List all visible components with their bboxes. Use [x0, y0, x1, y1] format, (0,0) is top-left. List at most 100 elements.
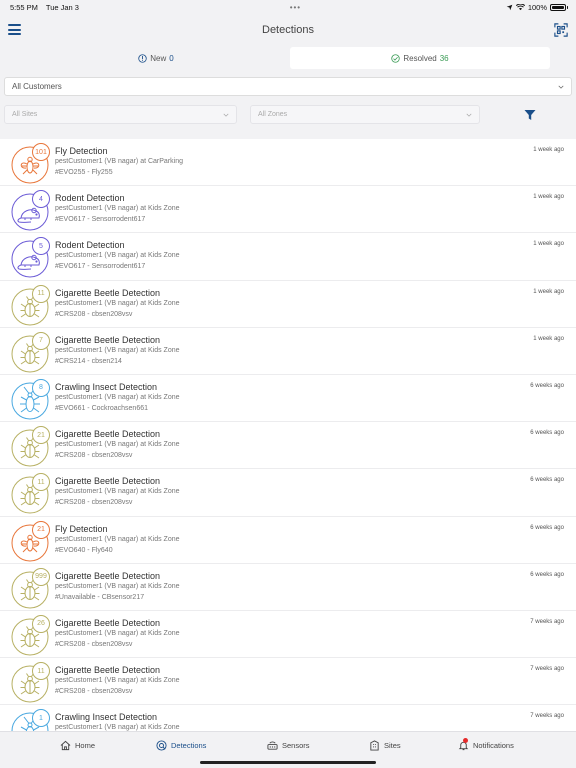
detection-row[interactable]: 21 Fly Detection pestCustomer1 (VB nagar) …	[0, 516, 576, 564]
detection-title: Cigarette Beetle Detection	[55, 617, 161, 628]
detection-row[interactable]: 7 Cigarette Beetle Detection pestCustomer1…	[0, 327, 576, 375]
detection-location: pestCustomer1 (VB nagar) at Kids Zone	[55, 724, 180, 731]
battery-icon	[550, 3, 568, 11]
detection-device: #EVO640 - Fly640	[55, 546, 113, 554]
detection-row[interactable]: 101 Fly Detection pestCustomer1 (VB nagar)…	[0, 139, 576, 187]
tab-sensors[interactable]: Sensors	[267, 740, 310, 751]
detection-device: #EVO255 - Fly255	[55, 169, 113, 176]
filter-icon[interactable]	[524, 109, 536, 121]
detections-list[interactable]: 101 Fly Detection pestCustomer1 (VB nagar)…	[0, 139, 576, 731]
detection-device: #EVO617 - Sensorrodent617	[55, 216, 146, 224]
detection-row[interactable]: 11 Cigarette Beetle Detection pestCustomer…	[0, 658, 576, 706]
status-date: Tue Jan 3	[45, 2, 79, 12]
sensor-icon	[267, 741, 278, 750]
zones-select-value: All Zones	[258, 111, 288, 118]
chevron-down-icon	[223, 113, 229, 117]
detection-time: 6 weeks ago	[530, 430, 564, 437]
detection-device: #Unavailable - CBsensor217	[55, 593, 145, 601]
detection-row[interactable]: 8 Crawling Insect Detection pestCustomer1 …	[0, 374, 576, 423]
detection-row[interactable]: 5 Rodent Detection pestCustomer1 (VB nagar…	[0, 233, 576, 281]
detection-device: #EVO617 - Sensorrodent617	[55, 263, 146, 271]
detection-title: Cigarette Beetle Detection	[55, 429, 161, 440]
detection-time: 1 week ago	[533, 288, 564, 295]
detections-icon	[156, 740, 167, 751]
detection-time: 7 weeks ago	[530, 618, 564, 625]
detection-row[interactable]: 1 Crawling Insect Detection pestCustomer1 …	[0, 705, 576, 731]
multitasking-dots[interactable]: •••	[290, 3, 301, 12]
detection-row[interactable]: 11 Cigarette Beetle Detection pestCustomer…	[0, 469, 576, 517]
location-icon	[506, 4, 513, 10]
detection-time: 1 week ago	[533, 194, 564, 201]
segment-resolved[interactable]: Resolved 36	[290, 47, 550, 69]
nav-bar: Detections	[0, 14, 576, 46]
detection-row[interactable]: 26 Cigarette Beetle Detection pestCustomer…	[0, 610, 576, 659]
tab-home[interactable]: Home	[60, 740, 95, 751]
tab-notifications[interactable]: Notifications	[458, 738, 514, 751]
detection-count-badge: 11	[32, 284, 50, 303]
tab-bar: Home Detections Sensors Sites Notificati…	[0, 731, 576, 768]
tab-sites[interactable]: Sites	[369, 740, 401, 751]
detection-title: Cigarette Beetle Detection	[55, 287, 161, 298]
tab-sensors-label: Sensors	[282, 741, 310, 750]
zones-select[interactable]: All Zones	[250, 105, 480, 124]
info-circle-icon	[138, 53, 147, 63]
detection-location: pestCustomer1 (VB nagar) at Kids Zone	[55, 535, 180, 543]
tab-sites-label: Sites	[384, 741, 401, 750]
detection-row[interactable]: 999 Cigarette Beetle Detection pestCustome…	[0, 563, 576, 611]
detection-location: pestCustomer1 (VB nagar) at Kids Zone	[55, 677, 180, 685]
status-time: 5:55 PM	[10, 2, 38, 12]
segment-resolved-label: Resolved	[403, 53, 437, 63]
detection-location: pestCustomer1 (VB nagar) at Kids Zone	[55, 441, 180, 449]
qr-scan-icon[interactable]	[554, 23, 568, 37]
detection-location: pestCustomer1 (VB nagar) at Kids Zone	[55, 346, 180, 354]
detection-count-badge: 11	[32, 662, 50, 681]
detection-location: pestCustomer1 (VB nagar) at Kids Zone	[55, 582, 180, 590]
bell-wrapper	[458, 738, 469, 751]
detection-time: 7 weeks ago	[530, 666, 564, 673]
detection-device: #CRS208 - cbsen208vsv	[55, 499, 133, 507]
detection-title: Cigarette Beetle Detection	[55, 570, 161, 581]
detection-count-badge: 101	[32, 143, 50, 161]
detection-time: 6 weeks ago	[530, 477, 564, 484]
page-title: Detections	[262, 24, 314, 36]
detection-time: 6 weeks ago	[530, 524, 564, 531]
wifi-icon	[515, 3, 525, 10]
detection-row[interactable]: 4 Rodent Detection pestCustomer1 (VB nagar…	[0, 186, 576, 234]
detection-title: Cigarette Beetle Detection	[55, 476, 161, 487]
detection-title: Fly Detection	[55, 523, 108, 534]
detection-device: #CRS208 - cbsen208vsv	[55, 688, 133, 696]
detection-title: Cigarette Beetle Detection	[55, 665, 161, 676]
detection-row[interactable]: 11 Cigarette Beetle Detection pestCustomer…	[0, 280, 576, 328]
detection-device: #CRS208 - cbsen208vsv	[55, 310, 133, 318]
check-circle-icon	[391, 53, 401, 63]
status-left: 5:55 PM Tue Jan 3	[10, 3, 85, 12]
detection-location: pestCustomer1 (VB nagar) at Kids Zone	[55, 299, 180, 307]
detection-title: Crawling Insect Detection	[55, 381, 158, 392]
customer-select[interactable]: All Customers	[4, 77, 572, 96]
detection-count-badge: 26	[32, 614, 50, 633]
customer-select-value: All Customers	[12, 82, 62, 91]
detection-row[interactable]: 21 Cigarette Beetle Detection pestCustomer…	[0, 422, 576, 470]
menu-button[interactable]	[8, 24, 21, 35]
detection-location: pestCustomer1 (VB nagar) at Kids Zone	[55, 252, 180, 260]
detection-count-badge: 21	[32, 426, 50, 445]
status-segmented-control: New 0 Resolved 36	[26, 47, 550, 69]
sites-select[interactable]: All Sites	[4, 105, 237, 124]
status-right: 100%	[506, 3, 568, 12]
building-icon	[370, 740, 379, 751]
detection-location: pestCustomer1 (VB nagar) at CarParking	[55, 158, 183, 165]
segment-new[interactable]: New 0	[26, 47, 286, 69]
detection-title: Rodent Detection	[55, 240, 125, 251]
detection-time: 1 week ago	[533, 147, 564, 153]
detection-time: 7 weeks ago	[530, 713, 564, 720]
detection-count-badge: 8	[32, 378, 50, 397]
detection-location: pestCustomer1 (VB nagar) at Kids Zone	[55, 629, 180, 637]
home-icon	[60, 740, 71, 751]
detection-title: Crawling Insect Detection	[55, 712, 158, 723]
detection-count-badge: 999	[32, 567, 50, 586]
detection-title: Cigarette Beetle Detection	[55, 334, 161, 345]
home-indicator[interactable]	[200, 761, 376, 764]
notification-dot	[463, 738, 468, 743]
tab-detections[interactable]: Detections	[156, 740, 206, 751]
detection-location: pestCustomer1 (VB nagar) at Kids Zone	[55, 488, 180, 496]
